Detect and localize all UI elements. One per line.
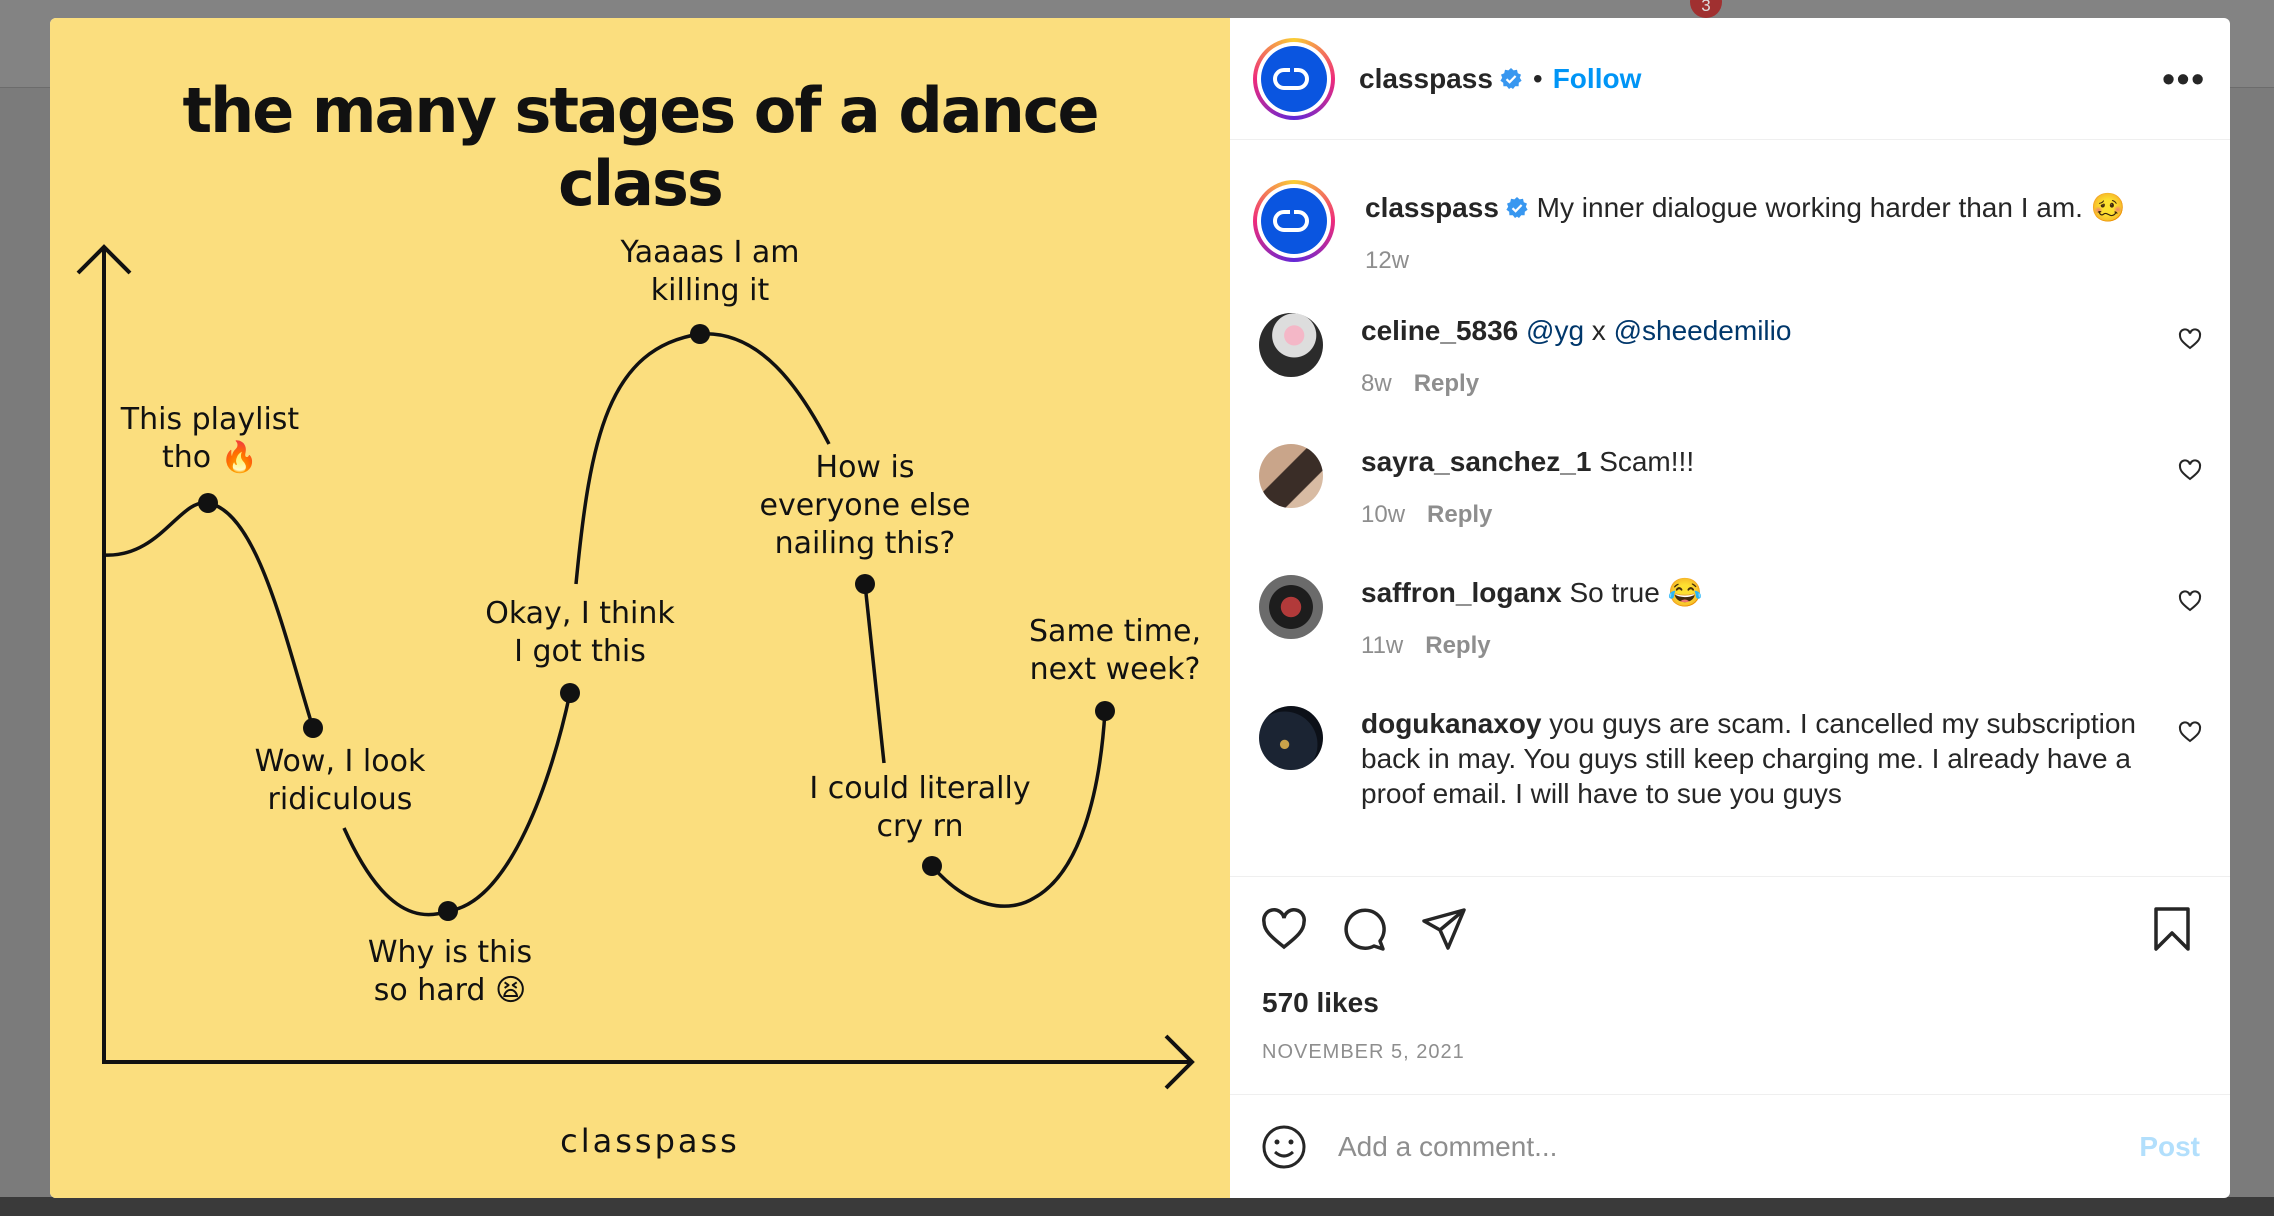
comment: celine_5836 @yg x @sheedemilio 8w Reply: [1253, 313, 2206, 398]
post-date[interactable]: NOVEMBER 5, 2021: [1262, 1041, 1465, 1064]
comment: dogukanaxoy you guys are scam. I cancell…: [1253, 706, 2206, 811]
image-brand: classpass: [560, 1122, 740, 1160]
caption-text: classpass My inner dialogue working hard…: [1365, 190, 2165, 225]
like-comment-heart-icon[interactable]: [2178, 327, 2202, 351]
stage-point: [198, 493, 218, 513]
stage-label: Okay, I think I got this: [485, 596, 675, 669]
comment-username[interactable]: saffron_loganx: [1361, 577, 1562, 608]
post-header: classpass • Follow •••: [1230, 18, 2230, 140]
comment: saffron_loganx So true 😂 11w Reply: [1253, 575, 2206, 660]
mention-link[interactable]: @yg: [1526, 315, 1584, 346]
curve-segment-1: [103, 501, 315, 729]
add-comment-bar: Post: [1230, 1094, 2230, 1198]
caption-body: My inner dialogue working harder than I …: [1536, 192, 2126, 223]
stage-point: [690, 324, 710, 344]
save-bookmark-icon[interactable]: [2148, 905, 2196, 953]
comment-text: x: [1584, 315, 1614, 346]
stage-label: Yaaaas I am killing it: [620, 235, 800, 308]
stage-label: How is everyone else nailing this?: [759, 450, 971, 561]
comment-avatar[interactable]: [1259, 313, 1323, 377]
share-paper-plane-icon[interactable]: [1420, 905, 1468, 953]
comment-avatar[interactable]: [1259, 575, 1323, 639]
verified-badge-icon: [1500, 67, 1522, 89]
stage-label: Same time, next week?: [1029, 614, 1201, 687]
caption-time[interactable]: 12w: [1365, 247, 1409, 274]
comment-text: So true 😂: [1569, 577, 1703, 608]
like-comment-heart-icon[interactable]: [2178, 458, 2202, 482]
stage-label: This playlist tho 🔥: [120, 402, 300, 475]
classpass-logo-icon: [1273, 67, 1309, 90]
comment-avatar[interactable]: [1259, 444, 1323, 508]
reply-button[interactable]: Reply: [1425, 632, 1490, 659]
comment-text: Scam!!!: [1599, 446, 1695, 477]
stage-point: [560, 683, 580, 703]
likes-count[interactable]: 570 likes: [1262, 987, 1379, 1019]
more-options-button[interactable]: •••: [2162, 58, 2206, 100]
comment-input[interactable]: [1338, 1130, 2098, 1163]
stage-point: [438, 901, 458, 921]
separator-dot: •: [1532, 62, 1543, 94]
stage-label: I could literally cry rn: [809, 771, 1031, 844]
stage-label: Why is this so hard 😫: [367, 935, 533, 1008]
image-title: the many stages of a dance class: [182, 74, 1099, 220]
comment: sayra_sanchez_1 Scam!!! 10w Reply: [1253, 444, 2206, 529]
avatar[interactable]: [1253, 180, 1335, 262]
post-actions: 570 likes NOVEMBER 5, 2021: [1230, 876, 2230, 1094]
classpass-logo-icon: [1273, 210, 1309, 232]
comment-time[interactable]: 10w: [1361, 501, 1405, 528]
curve-segment-4: [863, 583, 886, 764]
post-sidebar: classpass • Follow ••• classpass My inne…: [1230, 18, 2230, 1198]
post-comment-button[interactable]: Post: [2139, 1131, 2200, 1163]
verified-badge-icon: [1506, 197, 1528, 218]
notification-badge: 3: [1690, 0, 1722, 18]
comment-username[interactable]: sayra_sanchez_1: [1361, 446, 1591, 477]
comment-username[interactable]: celine_5836: [1361, 315, 1518, 346]
mention-link[interactable]: @sheedemilio: [1614, 315, 1792, 346]
background-bottom-bar: [0, 1197, 2274, 1216]
caption-username[interactable]: classpass: [1365, 192, 1499, 223]
comment-username[interactable]: dogukanaxoy: [1361, 708, 1541, 739]
comment-time[interactable]: 8w: [1361, 370, 1392, 397]
reply-button[interactable]: Reply: [1427, 501, 1492, 528]
like-comment-heart-icon[interactable]: [2178, 589, 2202, 613]
like-comment-heart-icon[interactable]: [2178, 720, 2202, 744]
comments-list: classpass My inner dialogue working hard…: [1230, 140, 2230, 876]
post-image: the many stages of a dance class This pl…: [50, 18, 1230, 1198]
username-link[interactable]: classpass: [1359, 63, 1493, 95]
reply-button[interactable]: Reply: [1414, 370, 1479, 397]
stage-point: [922, 856, 942, 876]
stage-point: [303, 718, 323, 738]
stage-point: [855, 574, 875, 594]
comment-time[interactable]: 11w: [1361, 632, 1403, 659]
caption: classpass My inner dialogue working hard…: [1253, 180, 2206, 275]
emoji-smiley-icon[interactable]: [1260, 1123, 1308, 1171]
post-modal: the many stages of a dance class This pl…: [50, 18, 2230, 1198]
comment-avatar[interactable]: [1259, 706, 1323, 770]
follow-button[interactable]: Follow: [1553, 63, 1642, 95]
stage-point: [1095, 701, 1115, 721]
like-heart-icon[interactable]: [1260, 905, 1308, 953]
stage-label: Wow, I look ridiculous: [254, 744, 426, 817]
avatar[interactable]: [1253, 37, 1335, 120]
comment-bubble-icon[interactable]: [1340, 905, 1388, 953]
